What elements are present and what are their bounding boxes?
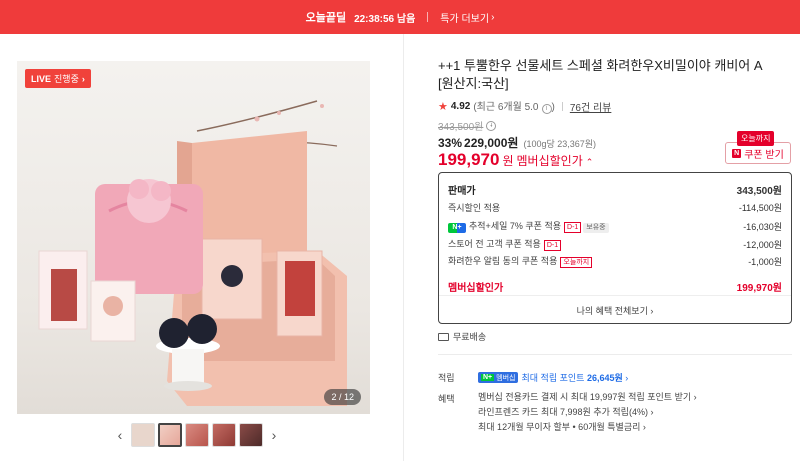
live-status: 진행중 (54, 74, 79, 84)
perk-item[interactable]: 라인프렌즈 카드 최대 7,998원 추가 적립(4%) › (478, 407, 697, 418)
banner-divider (427, 12, 429, 22)
original-price: 343,500원 i (438, 118, 497, 133)
chevron-right-icon[interactable]: › (266, 427, 282, 443)
live-badge[interactable]: LIVE 진행중 › (25, 69, 91, 88)
member-price-label: 멤버십할인가 (516, 154, 583, 168)
divider (438, 354, 792, 355)
chevron-left-icon[interactable]: ‹ (112, 427, 128, 443)
star-icon: ★ (438, 100, 448, 113)
product-gallery: LIVE 진행중 › 2 / 12 ‹ › (0, 34, 404, 461)
info-icon[interactable]: i (486, 120, 497, 131)
banner-more-label: 특가 더보기 (440, 13, 490, 25)
coupon-n-icon: N (732, 148, 742, 158)
member-price-unit: 원 (502, 154, 514, 168)
banner-timer: 22:38:56 남음 (354, 13, 416, 25)
all-benefits-link[interactable]: 나의 혜택 전체보기 › (439, 304, 791, 317)
unit-price: (100g당 23,367원) (523, 139, 597, 149)
chevron-right-icon: › (81, 73, 85, 84)
sale-price: 229,000원 (464, 136, 519, 150)
coupon-area: N 쿠폰 받기 오늘까지 (725, 131, 791, 165)
product-info: ++1 투뿔한우 선물세트 스페셜 화려한우X비밀이야 캐비어 A [원산지:국… (438, 34, 800, 461)
coupon-deadline-tag: 오늘까지 (737, 131, 775, 146)
perk-list: 멤버십 전용카드 결제 시 최대 19,997원 적립 포인트 받기 › 라인프… (478, 392, 697, 433)
live-label: LIVE (31, 73, 52, 84)
divider (439, 295, 791, 296)
member-price: 199,970 (438, 150, 500, 169)
discount-rate: 33% (438, 136, 463, 150)
deal-banner[interactable]: 오늘끝딜 22:38:56 남음 특가 더보기 › (0, 0, 800, 34)
reviews-link[interactable]: 76건 리뷰 (570, 99, 612, 114)
truck-icon (438, 332, 449, 341)
perk-item[interactable]: 최대 12개월 무이자 할부 • 60개월 특별금리 › (478, 422, 697, 433)
perks-label: 혜택 (438, 394, 455, 404)
thumbnail[interactable] (185, 423, 209, 447)
thumbnail[interactable] (131, 423, 155, 447)
coupon-button-label: 쿠폰 받기 (744, 149, 784, 161)
benefit-row: 스토어 전 고객 쿠폰 적용 D-1 -12,000원 (448, 239, 782, 251)
member-price-line[interactable]: 199,970 원 멤버십할인가 ⌃ (438, 150, 593, 170)
thumbnail-active[interactable] (158, 423, 182, 447)
product-title: ++1 투뿔한우 선물세트 스페셜 화려한우X비밀이야 캐비어 A [원산지:국… (438, 58, 762, 91)
perk-item[interactable]: 멤버십 전용카드 결제 시 최대 19,997원 적립 포인트 받기 › (478, 392, 697, 403)
rating-line: ★ 4.92 (최근 6개월 5.0 i) 76건 리뷰 (438, 98, 611, 114)
gift-set-illustration (38, 100, 347, 406)
rating-meta: (최근 6개월 5.0 i) (473, 102, 555, 114)
banner-title: 오늘끝딜 (305, 12, 347, 24)
shipping-text: 무료배송 (453, 332, 487, 342)
points-label: 적립 (438, 373, 455, 383)
benefit-row: 즉시할인 적용 -114,500원 (448, 203, 782, 213)
benefit-breakdown: 판매가 343,500원 즉시할인 적용 -114,500원 N+ 추적+세일 7… (438, 172, 792, 324)
d-day-tag: D-1 (564, 222, 582, 233)
sale-price-line: 33% 229,000원 (100g당 23,367원) (438, 134, 596, 151)
thumbnail[interactable] (212, 423, 236, 447)
max-points-link[interactable]: 최대 적립 포인트 26,645원 › (521, 371, 628, 384)
chevron-right-icon: › (650, 306, 654, 316)
chevron-right-icon: › (491, 11, 495, 23)
thumbnail-strip: ‹ › (112, 423, 282, 447)
benefit-row: N+ 추적+세일 7% 쿠폰 적용 D-1 보유중 -16,030원 (448, 219, 782, 233)
perks-row: 혜택 멤버십 전용카드 결제 시 최대 19,997원 적립 포인트 받기 › … (438, 392, 697, 433)
today-tag: 오늘까지 (560, 257, 593, 268)
rating-score: 4.92 (450, 100, 471, 112)
chevron-right-icon: › (625, 373, 629, 383)
benefit-row: 화려한우 알림 동의 쿠폰 적용 오늘까지 -1,000원 (448, 256, 782, 268)
shipping-info: 무료배송 (438, 330, 486, 343)
banner-more-link[interactable]: 특가 더보기 › (440, 10, 494, 25)
points-row: 적립 N+ 멤버십 최대 적립 포인트 26,645원 › (438, 371, 628, 384)
image-counter: 2 / 12 (324, 389, 361, 405)
d-day-tag: D-1 (543, 240, 562, 251)
chevron-up-icon: ⌃ (585, 157, 594, 167)
thumbnail[interactable] (239, 423, 263, 447)
naverpay-icon: N+ (448, 223, 466, 233)
product-main-image[interactable]: LIVE 진행중 › 2 / 12 (17, 61, 370, 414)
naverpay-membership-badge: N+ 멤버십 (478, 372, 519, 383)
info-icon[interactable]: i (541, 104, 552, 114)
benefit-head-row: 판매가 343,500원 (448, 186, 782, 197)
benefit-total-row: 멤버십할인가 199,970원 (448, 283, 782, 294)
owned-tag: 보유중 (583, 223, 609, 233)
